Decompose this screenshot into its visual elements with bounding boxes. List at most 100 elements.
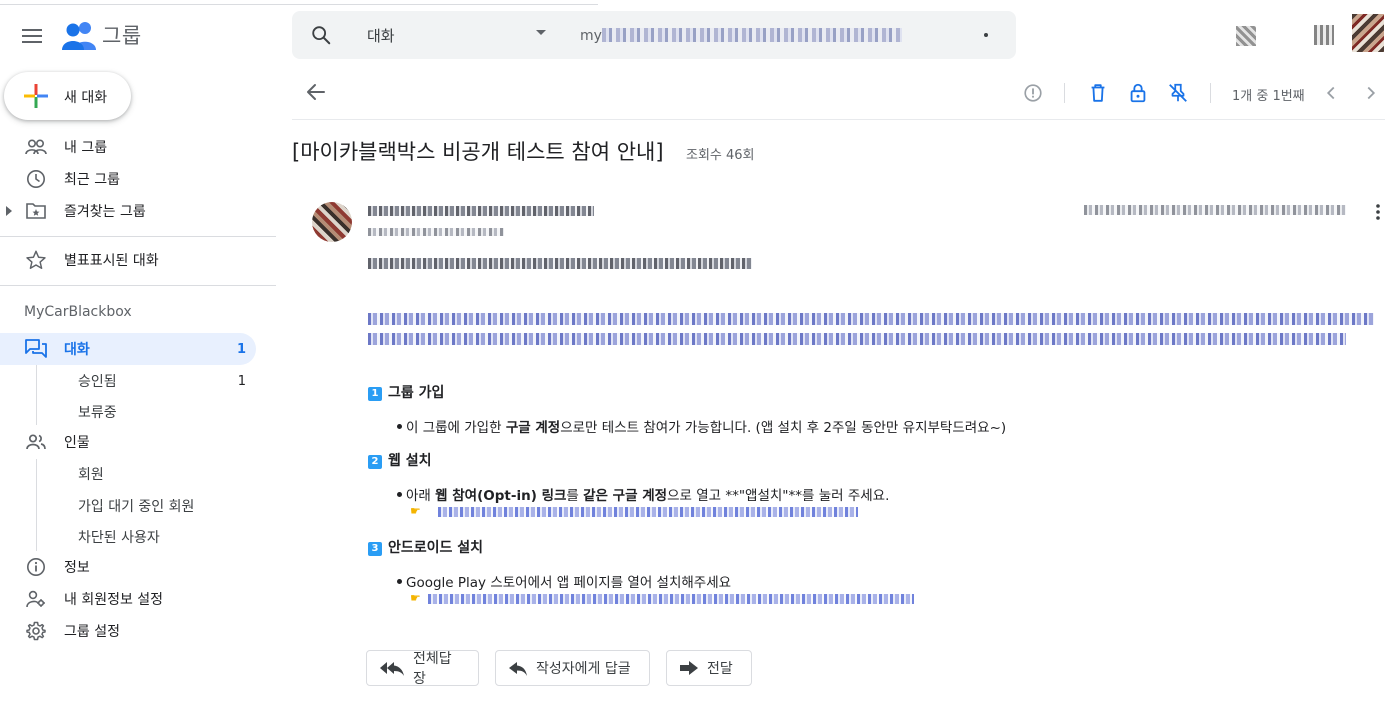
reply-icon (508, 659, 528, 677)
report-icon[interactable] (1022, 82, 1044, 104)
search-query-redacted (602, 28, 902, 42)
search-icon[interactable] (310, 24, 332, 46)
sidebar-item-approved[interactable]: 승인됨 1 (0, 366, 256, 396)
forward-icon (679, 660, 699, 676)
sidebar-item-label: 대화 (64, 342, 90, 358)
top-divider (0, 4, 598, 5)
chevron-left-icon[interactable] (1320, 82, 1342, 104)
trash-icon[interactable] (1087, 82, 1109, 104)
sidebar-item-label: 정보 (64, 560, 90, 576)
step-3-badge: 3 (368, 542, 382, 556)
account-avatar[interactable] (1352, 14, 1384, 52)
conversation-count: 1 (236, 341, 246, 357)
sidebar-item-blocked-users[interactable]: 차단된 사용자 (0, 522, 256, 552)
sidebar-item-waiting-members[interactable]: 가입 대기 중인 회원 (0, 491, 256, 521)
sidebar-item-info[interactable]: 정보 (0, 552, 256, 582)
sidebar-item-label: 내 그룹 (64, 140, 108, 156)
search-bar[interactable]: 대화 my (292, 11, 1016, 59)
sidebar-item-my-membership[interactable]: 내 회원정보 설정 (0, 584, 256, 614)
sidebar-item-group-settings[interactable]: 그룹 설정 (0, 616, 256, 646)
caret-right-icon[interactable] (6, 206, 12, 216)
message-intro-redacted (368, 313, 1374, 325)
search-scope[interactable]: 대화 (367, 25, 395, 46)
people-icon (24, 430, 48, 454)
sidebar-item-pending[interactable]: 보류중 (0, 397, 256, 427)
author-email-redacted (368, 228, 504, 236)
approved-count: 1 (237, 373, 246, 389)
step-2-text-bold: 웹 참여(Opt-in) 링크 (435, 488, 567, 504)
sidebar-item-people[interactable]: 인물 (0, 427, 256, 457)
chevron-right-icon[interactable] (1360, 82, 1382, 104)
toolbar-divider (1210, 83, 1211, 103)
pager-text: 1개 중 1번째 (1232, 89, 1305, 104)
step-1-badge: 1 (368, 387, 382, 401)
toolbar-divider (292, 119, 1385, 120)
step-1-text-part: 으로만 테스트 참여가 가능합니다. (앱 설치 후 2주일 동안만 유지부탁드… (560, 420, 1007, 436)
sidebar-item-label: 가입 대기 중인 회원 (78, 499, 195, 515)
group-name[interactable]: MyCarBlackbox (24, 304, 132, 320)
support-icon[interactable] (1236, 26, 1256, 46)
opt-in-link-redacted[interactable] (438, 507, 858, 517)
groups-logo-icon (62, 22, 96, 50)
step-1-heading: 1 그룹 가입 (368, 382, 444, 402)
sidebar-item-my-groups[interactable]: 내 그룹 (0, 132, 256, 162)
reply-author-label: 작성자에게 답글 (536, 661, 631, 677)
search-options-icon[interactable] (984, 33, 988, 37)
search-query[interactable]: my (580, 28, 602, 44)
view-count: 조회수 46회 (686, 148, 755, 163)
sidebar-item-label: 승인됨 (78, 374, 117, 390)
unpin-icon[interactable] (1167, 82, 1189, 104)
gear-icon (24, 619, 48, 643)
sidebar-item-label: 별표표시된 대화 (64, 253, 159, 269)
more-vert-icon[interactable] (1370, 203, 1385, 221)
sidebar-item-label: 내 회원정보 설정 (64, 592, 164, 608)
info-icon (24, 555, 48, 579)
step-2-text-part: 아래 (406, 488, 436, 504)
reply-all-button[interactable]: 전체답장 (366, 650, 479, 687)
play-store-link-redacted[interactable] (428, 594, 914, 604)
step-1-text-bold: 구글 계정 (505, 420, 561, 436)
step-2-heading: 2 웹 설치 (368, 450, 432, 470)
sidebar-item-members[interactable]: 회원 (0, 459, 256, 489)
step-3-heading: 3 안드로이드 설치 (368, 537, 483, 557)
lock-icon[interactable] (1127, 82, 1149, 104)
chevron-down-icon[interactable] (536, 30, 546, 36)
sidebar-item-recent-groups[interactable]: 최근 그룹 (0, 164, 256, 194)
app-logo[interactable]: 그룹 (62, 20, 142, 50)
forward-label: 전달 (707, 661, 733, 677)
sidebar-item-starred[interactable]: 별표표시된 대화 (0, 245, 256, 275)
sidebar-item-label: 보류중 (78, 405, 117, 421)
thread-title: [마이카블랙박스 비공개 테스트 참여 안내] (292, 140, 664, 164)
step-3-text: Google Play 스토어에서 앱 페이지를 열어 설치해주세요 (396, 571, 731, 591)
step-1-title: 그룹 가입 (388, 385, 445, 401)
sidebar-item-label: 그룹 설정 (64, 624, 120, 640)
reply-all-icon (379, 659, 405, 677)
apps-icon[interactable] (1314, 25, 1334, 45)
back-arrow-icon[interactable] (304, 80, 328, 104)
step-2-badge: 2 (368, 455, 382, 469)
author-avatar[interactable] (312, 202, 352, 242)
message-intro-redacted (368, 333, 1346, 345)
main-menu-button[interactable] (20, 24, 44, 48)
reply-author-button[interactable]: 작성자에게 답글 (495, 650, 650, 686)
step-2-text: 아래 웹 참여(Opt-in) 링크를 같은 구글 계정으로 열고 **"앱설치… (396, 484, 890, 504)
plus-icon (24, 84, 48, 108)
sidebar-item-label: 즐겨찾는 그룹 (64, 204, 146, 220)
people-outline-icon (24, 135, 48, 159)
step-2-text-part: 를 (566, 488, 584, 504)
sidebar-item-conversations[interactable]: 대화 1 (0, 333, 256, 365)
sidebar-item-label: 인물 (64, 435, 90, 451)
reply-all-label: 전체답장 (413, 651, 452, 687)
new-conversation-label: 새 대화 (64, 90, 108, 106)
forward-button[interactable]: 전달 (666, 650, 752, 686)
new-conversation-button[interactable]: 새 대화 (4, 72, 131, 120)
step-2-text-part: 으로 열고 **"앱설치"**를 눌러 주세요. (667, 488, 890, 504)
sidebar-item-label: 회원 (78, 467, 104, 483)
sidebar-item-favorite-groups[interactable]: 즐겨찾는 그룹 (0, 196, 256, 226)
sidebar-divider (0, 236, 276, 237)
step-2-text-bold: 같은 구글 계정 (583, 488, 668, 504)
menu-icon (22, 29, 42, 43)
pointing-hand-icon: ☛ (410, 504, 421, 518)
sidebar-item-label: 차단된 사용자 (78, 530, 160, 546)
step-1-text-part: 이 그룹에 가입한 (406, 420, 506, 436)
